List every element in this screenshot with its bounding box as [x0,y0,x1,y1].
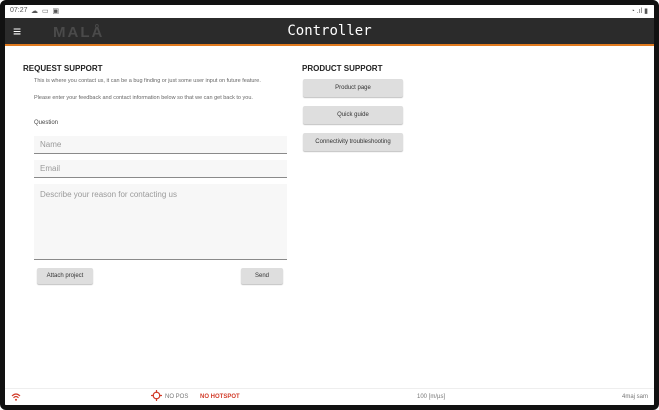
email-field[interactable]: Email [34,160,287,178]
request-support-description-2: Please enter your feedback and contact i… [34,95,253,101]
quick-guide-button[interactable]: Quick guide [303,106,403,124]
clock: 07:27 [10,7,28,14]
name-placeholder: Name [40,140,62,149]
no-pos-status: NO POS [165,394,189,400]
no-hotspot-status: NO HOTSPOT [200,394,240,400]
signal-battery-icons: ◔ .ıl ▮ [630,8,648,15]
connectivity-troubleshooting-button[interactable]: Connectivity troubleshooting [303,133,403,151]
reason-placeholder: Describe your reason for contacting us [40,190,177,199]
attach-project-button[interactable]: Attach project [37,268,93,284]
question-label: Question [34,120,59,126]
app-bar: ≡ MALÅ Controller [5,18,654,46]
product-page-button[interactable]: Product page [303,79,403,97]
name-field[interactable]: Name [34,136,287,154]
support-page: REQUEST SUPPORT This is where you contac… [5,48,654,388]
wifi-off-icon [11,392,21,404]
gps-crosshair-icon [151,390,162,404]
wave-speed-readout: 100 [m/µs] [417,394,446,400]
system-status-bar: 07:27 ☁ ▭ ▣ ◔ .ıl ▮ [5,5,654,18]
reason-textarea[interactable]: Describe your reason for contacting us [34,184,287,260]
notification-icons: ☁ ▭ ▣ [31,8,61,15]
email-placeholder: Email [40,164,61,173]
user-label: 4maj sam [621,394,648,400]
request-support-description-1: This is where you contact us, it can be … [34,78,261,84]
request-support-heading: REQUEST SUPPORT [23,64,103,73]
app-frame: 07:27 ☁ ▭ ▣ ◔ .ıl ▮ ≡ MALÅ Controller RE… [0,0,659,410]
app-title: Controller [287,23,372,39]
product-support-heading: PRODUCT SUPPORT [302,64,383,73]
bottom-status-bar: NO POS NO HOTSPOT 100 [m/µs] 4maj sam [5,388,654,405]
send-button[interactable]: Send [241,268,283,284]
